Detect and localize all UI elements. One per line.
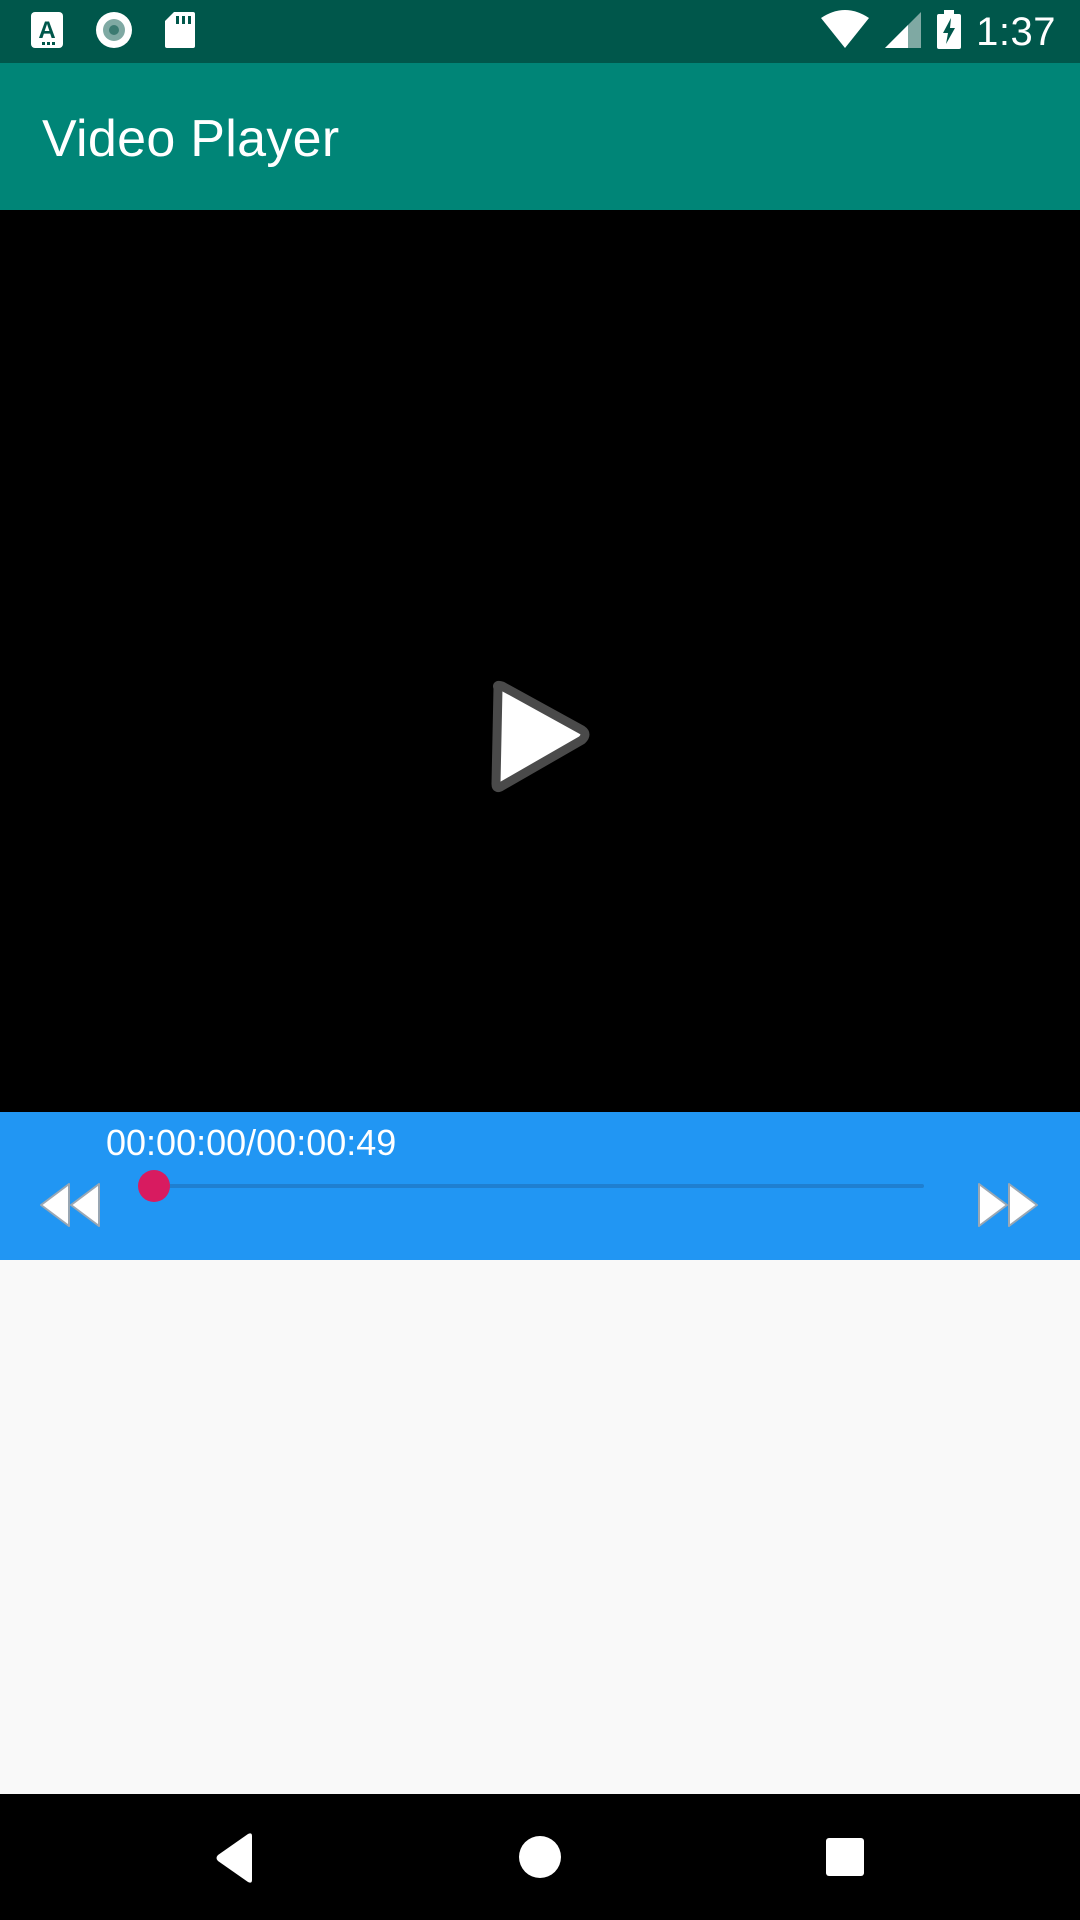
status-bar: A 1:37 <box>0 0 1080 63</box>
home-icon <box>519 1836 561 1878</box>
page-title: Video Player <box>42 110 340 168</box>
screen: A 1:37 Video Player 00:00:00/00:00:49 <box>0 0 1080 1920</box>
time-separator: / <box>246 1122 257 1163</box>
current-time: 00:00:00 <box>106 1122 247 1163</box>
time-readout: 00:00:00/00:00:49 <box>106 1122 396 1164</box>
rewind-button[interactable] <box>38 1180 102 1230</box>
signal-icon <box>884 11 922 54</box>
back-icon <box>216 1833 252 1883</box>
battery-charging-icon <box>936 9 962 55</box>
fast-forward-button[interactable] <box>976 1180 1040 1230</box>
play-button[interactable] <box>486 680 592 794</box>
rewind-icon <box>40 1183 100 1227</box>
text-a-icon: A <box>30 11 64 54</box>
content-area <box>0 1260 1080 1794</box>
sd-card-icon <box>164 11 196 54</box>
fast-forward-icon <box>978 1183 1038 1227</box>
seek-bar[interactable] <box>154 1184 924 1188</box>
navigation-bar <box>0 1794 1080 1920</box>
status-system: 1:37 <box>820 8 1056 56</box>
record-icon <box>94 10 134 55</box>
status-notifications: A <box>30 10 196 54</box>
seek-thumb[interactable] <box>138 1170 170 1202</box>
status-time: 1:37 <box>976 9 1056 54</box>
total-time: 00:00:49 <box>256 1122 397 1163</box>
wifi-icon <box>820 9 870 55</box>
svg-text:A: A <box>38 17 55 44</box>
play-icon <box>491 680 590 793</box>
home-button[interactable] <box>507 1824 573 1890</box>
back-button[interactable] <box>202 1824 268 1890</box>
app-bar: Video Player <box>0 63 1080 210</box>
video-surface[interactable] <box>0 210 1080 1112</box>
recents-button[interactable] <box>812 1824 878 1890</box>
recents-icon <box>826 1838 864 1876</box>
